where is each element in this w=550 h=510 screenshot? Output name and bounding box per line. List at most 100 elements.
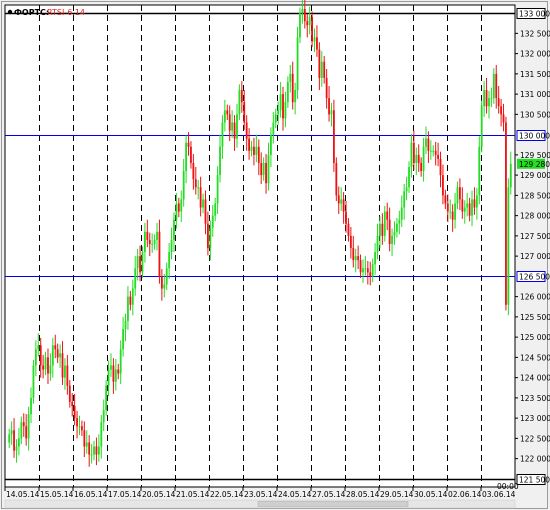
candle-body [32,365,35,398]
time-tick-label: 17.05.14 [108,490,142,499]
candle-body [461,199,464,212]
time-tick-label: 14.05.14 [6,490,40,499]
candle-body [255,146,258,155]
price-tick-label: 129 500 [520,151,550,160]
price-chart[interactable]: 133 000 130 000 126 500 121 500 122 000 122 5… [0,0,550,510]
candle-body [345,211,347,224]
candle-body [163,284,166,289]
candle-body [37,345,40,350]
candle-body [119,349,122,374]
candle-body [175,203,178,220]
candle-body [20,422,23,439]
candle-body [337,195,340,204]
candle-body [274,114,277,123]
candle-body [221,122,224,147]
candle-body [39,345,42,366]
candle-body [400,207,403,220]
price-tick-label: 125 500 [520,313,550,322]
candle-body [320,61,323,78]
candle-body [291,73,294,103]
price-tick-label: 129 000 [520,171,550,180]
candle-body [8,434,11,443]
scrollbar-thumb[interactable] [257,501,409,507]
candle-body [316,37,318,50]
candle-body [112,365,115,382]
candle-body [410,142,413,168]
candle-body [408,167,410,188]
candle-body [449,211,452,213]
candle-body [284,102,287,119]
candle-body [509,163,512,188]
candle-body [415,154,418,163]
chart-title: ФОРТС: RTSI-6.14 [7,8,85,17]
candle-body [151,243,154,245]
candle-body [352,248,355,261]
candle-body [257,146,260,163]
candle-body [306,21,309,26]
price-tick-label: 124 500 [520,353,550,362]
candle-body [90,454,93,456]
price-tick-label: 131 000 [520,90,550,99]
candle-body [262,162,265,176]
candle-body [105,385,108,411]
candle-body [495,73,498,99]
candle-body [507,187,510,305]
symbol-icon [7,9,13,15]
time-tick-label: 03.06.14 [482,490,516,499]
candle-body [483,90,486,107]
candle-body [44,357,47,370]
candle-body [369,272,372,277]
candle-body [59,353,62,358]
candle-body [354,256,357,261]
candle-body [485,90,488,107]
candle-body [211,215,214,228]
candle-body [374,252,377,265]
candle-body [34,349,37,366]
time-tick-label: 24.05.14 [278,490,312,499]
time-tick-label: 02.06.14 [448,490,482,499]
candle-body [366,268,369,273]
level-label: 130 000 [519,132,550,141]
scrollbar[interactable] [4,499,516,509]
price-tick-label: 128 500 [520,191,550,200]
candle-body [204,199,207,224]
candle-body [194,179,197,188]
candle-body [296,37,299,91]
candle-body [206,223,209,249]
candle-body [505,122,507,305]
level-label: 126 500 [519,273,550,282]
candle-body [143,231,146,253]
candle-body [425,138,427,147]
candle-body [386,211,389,220]
time-tick-label: 22.05.14 [210,490,244,499]
candle-body [22,422,25,427]
candle-body [405,187,408,192]
candle-body [269,134,272,155]
candle-body [267,154,270,184]
candle-body [347,223,350,236]
candle-body [417,154,420,163]
time-tick-label: 20.05.14 [142,490,176,499]
candle-body [192,162,195,180]
candle-body [158,231,161,277]
candle-body [122,329,125,350]
candle-body [153,239,156,244]
candle-body [349,235,352,249]
candle-body [10,430,13,435]
candle-body [85,442,88,447]
candle-body [202,199,204,208]
candle-body [364,268,367,270]
candle-body [260,162,263,176]
candle-body [78,426,81,428]
candle-body [66,365,69,386]
candle-body [25,426,28,439]
candle-body [51,345,54,366]
candle-body [253,146,255,155]
price-tick-label: 123 500 [520,394,550,403]
candle-body [432,150,435,152]
candle-body [323,61,326,78]
price-tick-label: 127 500 [520,232,550,241]
candle-body [301,9,304,14]
candle-body [97,446,100,455]
indicator-label: RTSI-6.14 [47,8,85,17]
